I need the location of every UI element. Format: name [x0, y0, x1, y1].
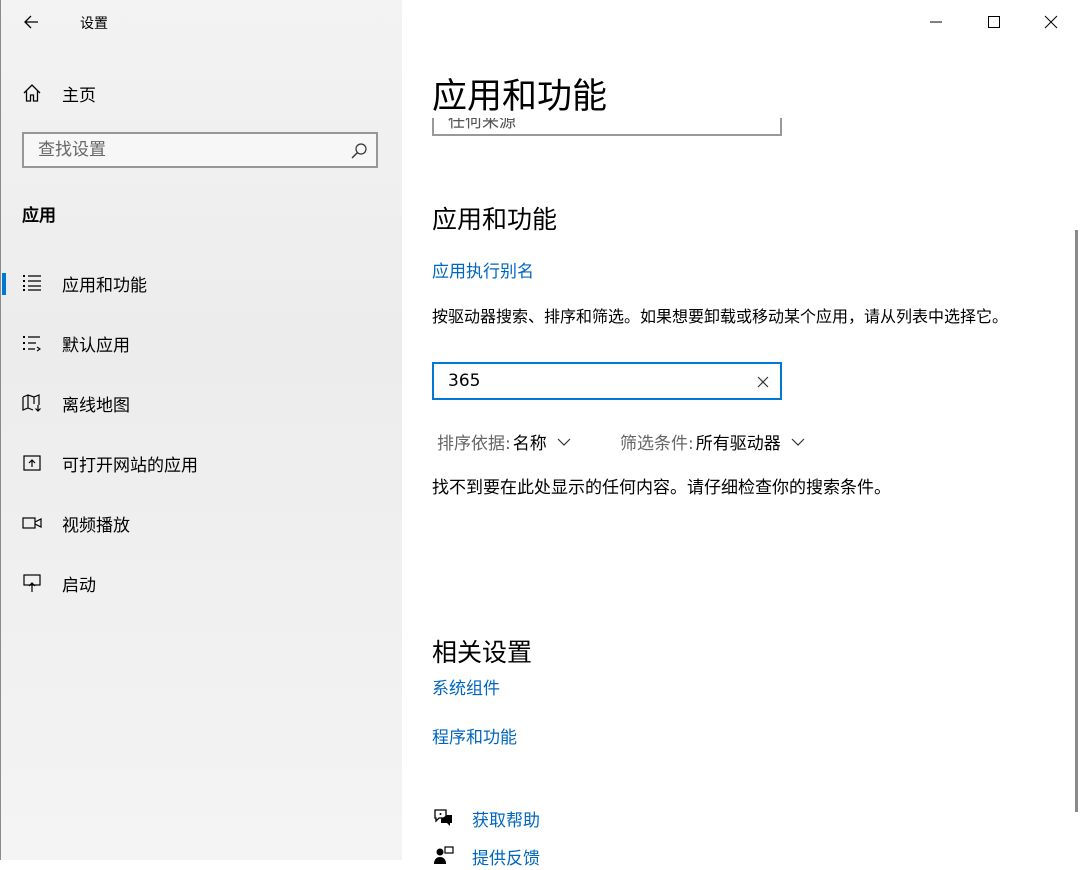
- sidebar-item-video-playback[interactable]: 视频播放: [0, 503, 402, 543]
- close-icon: [1044, 15, 1058, 29]
- page-title: 应用和功能: [432, 77, 608, 117]
- related-settings-heading: 相关设置: [432, 638, 533, 667]
- apps-list-icon: [21, 272, 43, 294]
- help-chat-icon: [434, 809, 452, 826]
- search-icon[interactable]: [350, 142, 368, 160]
- sidebar-item-label: 启动: [62, 575, 96, 596]
- sidebar-item-label: 应用和功能: [62, 275, 147, 296]
- sidebar-item-label: 默认应用: [62, 335, 130, 356]
- sidebar-item-apps-features[interactable]: 应用和功能: [0, 263, 402, 303]
- sort-value: 名称: [512, 434, 547, 454]
- settings-search-box[interactable]: [22, 132, 378, 168]
- settings-search-input[interactable]: [24, 134, 338, 166]
- close-icon: [757, 376, 769, 388]
- sidebar-item-default-apps[interactable]: 默认应用: [0, 323, 402, 363]
- default-apps-icon: [21, 332, 43, 354]
- sidebar-item-home[interactable]: 主页: [0, 73, 402, 113]
- app-search-box[interactable]: [432, 362, 782, 400]
- sidebar-item-label: 主页: [62, 85, 96, 106]
- sidebar-item-apps-for-websites[interactable]: 可打开网站的应用: [0, 443, 402, 483]
- filter-dropdown[interactable]: 筛选条件: 所有驱动器: [620, 429, 805, 454]
- feedback-icon: [434, 846, 454, 864]
- main-content: 应用和功能 任何来源 应用和功能 应用执行别名 按驱动器搜索、排序和筛选。如果想…: [402, 0, 1080, 869]
- minimize-icon: [930, 21, 942, 23]
- filter-value: 所有驱动器: [695, 434, 781, 454]
- chevron-down-icon: [791, 438, 805, 446]
- scrollbar[interactable]: [1075, 230, 1078, 812]
- sidebar: 设置 主页 应用 应用和功能: [0, 0, 402, 860]
- maximize-button[interactable]: [980, 8, 1008, 36]
- window-title: 设置: [80, 16, 108, 32]
- filter-label: 筛选条件:: [620, 434, 694, 454]
- description-text: 按驱动器搜索、排序和筛选。如果想要卸载或移动某个应用，请从列表中选择它。: [432, 307, 1009, 326]
- close-button[interactable]: [1037, 8, 1065, 36]
- app-execution-alias-link[interactable]: 应用执行别名: [432, 257, 534, 282]
- get-help-link: 获取帮助: [472, 810, 540, 831]
- sidebar-item-label: 离线地图: [62, 395, 130, 416]
- clear-search-button[interactable]: [756, 374, 770, 388]
- feedback-link: 提供反馈: [472, 848, 540, 869]
- sidebar-item-offline-maps[interactable]: 离线地图: [0, 383, 402, 423]
- related-link-system-components[interactable]: 系统组件: [432, 674, 500, 699]
- home-icon: [21, 82, 43, 104]
- sort-label: 排序依据:: [437, 434, 511, 454]
- chevron-down-icon: [557, 438, 571, 446]
- sort-dropdown[interactable]: 排序依据: 名称: [437, 429, 571, 454]
- video-camera-icon: [21, 512, 43, 534]
- sidebar-item-startup[interactable]: 启动: [0, 563, 402, 603]
- open-website-icon: [21, 452, 43, 474]
- offline-map-icon: [21, 392, 43, 414]
- startup-icon: [21, 572, 43, 594]
- sidebar-section-title: 应用: [22, 206, 56, 226]
- feedback-row[interactable]: 提供反馈: [432, 842, 540, 870]
- section-heading: 应用和功能: [432, 205, 558, 234]
- sidebar-item-label: 可打开网站的应用: [62, 455, 198, 476]
- app-source-dropdown[interactable]: 任何来源: [432, 118, 782, 136]
- back-button[interactable]: [20, 10, 44, 34]
- arrow-left-icon: [24, 15, 38, 29]
- related-link-programs-features[interactable]: 程序和功能: [432, 723, 517, 748]
- app-source-value: 任何来源: [448, 118, 516, 132]
- app-search-input[interactable]: [434, 364, 748, 398]
- empty-results-message: 找不到要在此处显示的任何内容。请仔细检查你的搜索条件。: [432, 478, 891, 498]
- minimize-button[interactable]: [922, 8, 950, 36]
- maximize-icon: [988, 16, 1000, 28]
- get-help-row[interactable]: 获取帮助: [432, 804, 540, 832]
- sidebar-item-label: 视频播放: [62, 515, 130, 536]
